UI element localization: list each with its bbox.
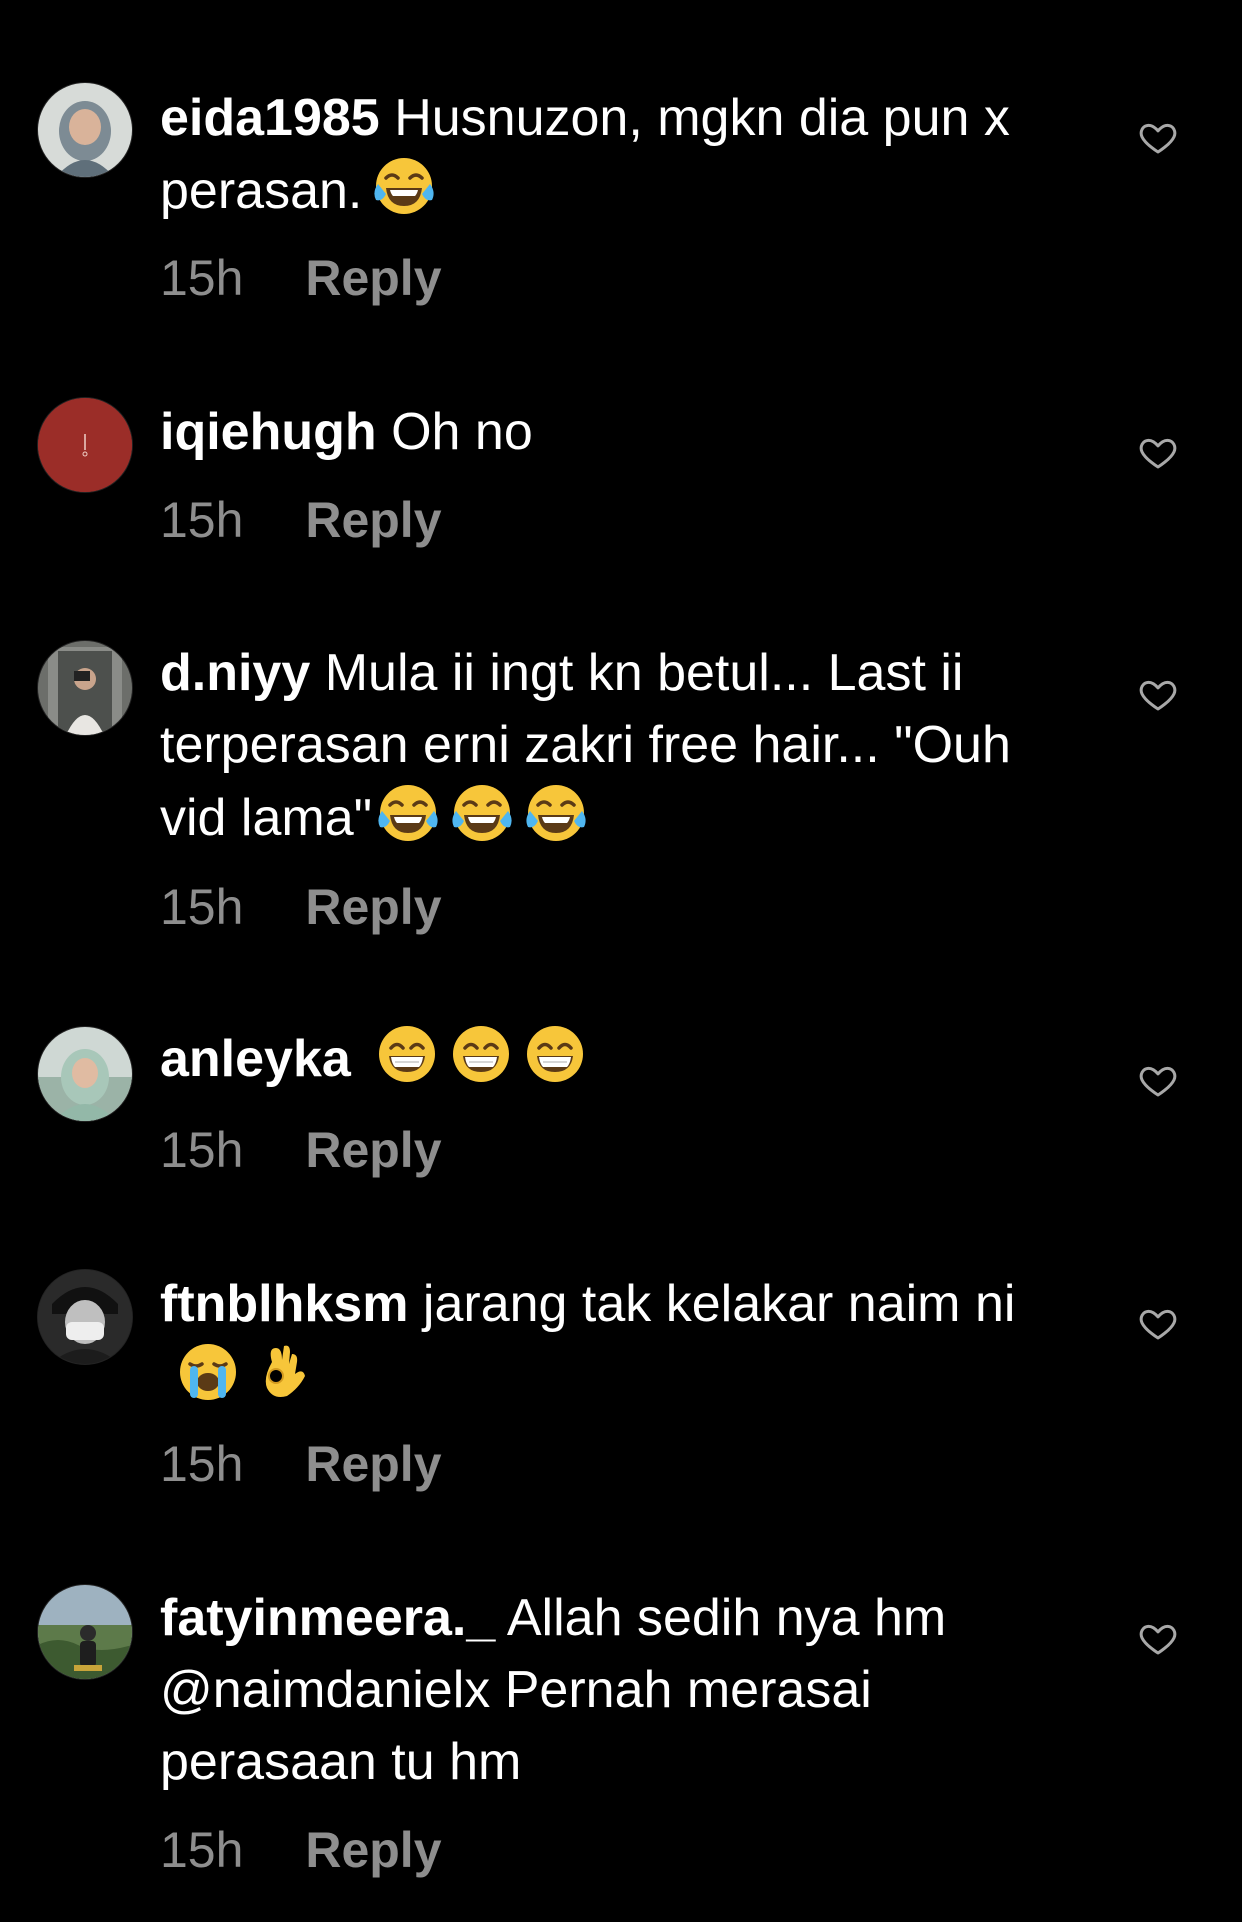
grinning-face-with-smiling-eyes-icon — [523, 1022, 587, 1086]
comment-timestamp: 15h — [160, 879, 244, 935]
avatar[interactable] — [37, 640, 133, 736]
comment-timestamp: 15h — [160, 250, 244, 306]
face-with-tears-of-joy-icon — [524, 781, 588, 845]
avatar[interactable] — [37, 1026, 133, 1122]
comment-username[interactable]: eida1985 — [160, 89, 380, 147]
comment-timestamp: 15h — [160, 1122, 244, 1178]
comment-username[interactable]: iqiehugh — [160, 403, 377, 461]
reply-button[interactable]: Reply — [305, 1120, 441, 1180]
heart-outline-icon[interactable] — [1138, 674, 1178, 714]
heart-outline-icon[interactable] — [1138, 1618, 1178, 1658]
avatar[interactable] — [37, 1584, 133, 1680]
grinning-face-with-smiling-eyes-icon — [449, 1022, 513, 1086]
heart-outline-icon[interactable] — [1138, 432, 1178, 472]
face-with-tears-of-joy-icon — [450, 781, 514, 845]
face-with-tears-of-joy-icon — [372, 154, 436, 218]
grinning-face-with-smiling-eyes-icon — [375, 1022, 439, 1086]
comment-username[interactable]: ftnblhksm — [160, 1275, 408, 1333]
comment-text: Oh no — [391, 403, 533, 461]
reply-button[interactable]: Reply — [305, 490, 441, 550]
comment-username[interactable]: anleyka — [160, 1030, 351, 1088]
comment-text: jarang tak kelakar naim ni — [422, 1275, 1016, 1333]
comment-timestamp: 15h — [160, 492, 244, 548]
reply-button[interactable]: Reply — [305, 1434, 441, 1494]
ok-hand-icon — [252, 1340, 316, 1404]
comment-username[interactable]: fatyinmeera._ — [160, 1589, 495, 1647]
comment-username[interactable]: d.niyy — [160, 644, 310, 702]
reply-button[interactable]: Reply — [305, 877, 441, 937]
avatar[interactable] — [37, 82, 133, 178]
avatar[interactable] — [37, 397, 133, 493]
loudly-crying-face-icon — [176, 1340, 240, 1404]
heart-outline-icon[interactable] — [1138, 117, 1178, 157]
reply-button[interactable]: Reply — [305, 248, 441, 308]
reply-button[interactable]: Reply — [305, 1820, 441, 1880]
comment-timestamp: 15h — [160, 1436, 244, 1492]
heart-outline-icon[interactable] — [1138, 1303, 1178, 1343]
heart-outline-icon[interactable] — [1138, 1060, 1178, 1100]
comment-timestamp: 15h — [160, 1822, 244, 1878]
face-with-tears-of-joy-icon — [376, 781, 440, 845]
avatar[interactable] — [37, 1269, 133, 1365]
